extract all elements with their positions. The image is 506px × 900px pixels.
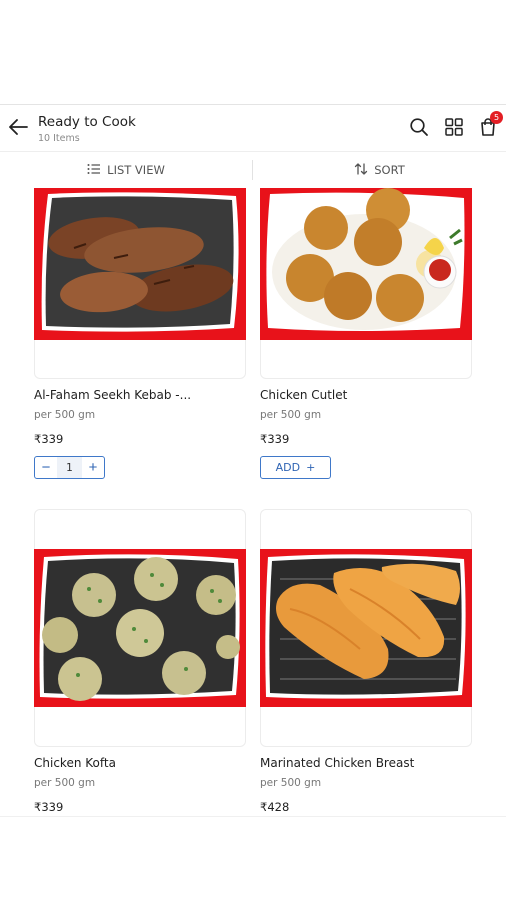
status-area <box>0 0 506 104</box>
product-image <box>260 549 472 707</box>
increase-button[interactable]: + <box>82 457 104 478</box>
product-grid: Al-Faham Seekh Kebab -... per 500 gm ₹33… <box>0 188 506 816</box>
title-block: Ready to Cook 10 Items <box>38 114 136 144</box>
bottom-area <box>0 816 506 900</box>
sort-icon <box>354 162 368 179</box>
product-price: ₹339 <box>34 432 64 446</box>
app-header: Ready to Cook 10 Items 5 <box>0 104 506 152</box>
quantity-stepper: − 1 + <box>34 456 105 479</box>
add-to-cart-button[interactable]: ADD + <box>260 456 331 479</box>
product-card[interactable]: Chicken Kofta per 500 gm ₹339 <box>34 509 246 814</box>
quantity-value: 1 <box>57 457 82 478</box>
product-name[interactable]: Marinated Chicken Breast <box>260 756 414 770</box>
product-price: ₹428 <box>260 800 290 814</box>
cart-button[interactable]: 5 <box>476 111 503 141</box>
product-price: ₹339 <box>34 800 64 814</box>
product-image <box>260 188 472 340</box>
product-image <box>34 188 246 340</box>
page-title: Ready to Cook <box>38 114 136 130</box>
product-name[interactable]: Al-Faham Seekh Kebab -... <box>34 388 191 402</box>
product-card[interactable]: Marinated Chicken Breast per 500 gm ₹428 <box>260 509 472 814</box>
product-unit: per 500 gm <box>260 777 322 789</box>
grid-view-button[interactable] <box>442 117 466 141</box>
product-price: ₹339 <box>260 432 290 446</box>
product-card[interactable]: Al-Faham Seekh Kebab -... per 500 gm ₹33… <box>34 188 246 488</box>
search-icon <box>409 117 429 142</box>
search-button[interactable] <box>407 117 431 141</box>
decrease-button[interactable]: − <box>35 457 57 478</box>
item-count: 10 Items <box>38 133 80 144</box>
list-icon <box>87 163 101 178</box>
sort-button[interactable]: SORT <box>253 152 506 188</box>
product-card[interactable]: Chicken Cutlet per 500 gm ₹339 ADD + <box>260 188 472 488</box>
back-arrow-icon <box>7 118 29 141</box>
view-toolbar: LIST VIEW SORT <box>0 152 506 188</box>
product-image <box>34 549 246 707</box>
minus-icon: − <box>41 459 51 476</box>
list-view-label: LIST VIEW <box>107 163 165 177</box>
cart-count-badge: 5 <box>490 111 503 124</box>
product-name[interactable]: Chicken Cutlet <box>260 388 347 402</box>
grid-icon <box>444 117 464 142</box>
sort-label: SORT <box>374 163 405 177</box>
product-unit: per 500 gm <box>34 409 96 421</box>
product-unit: per 500 gm <box>260 409 322 421</box>
product-name[interactable]: Chicken Kofta <box>34 756 116 770</box>
plus-icon: + <box>306 461 316 474</box>
add-label: ADD <box>275 461 301 474</box>
back-button[interactable] <box>4 113 32 145</box>
plus-icon: + <box>88 459 98 476</box>
list-view-button[interactable]: LIST VIEW <box>0 152 252 188</box>
product-unit: per 500 gm <box>34 777 96 789</box>
